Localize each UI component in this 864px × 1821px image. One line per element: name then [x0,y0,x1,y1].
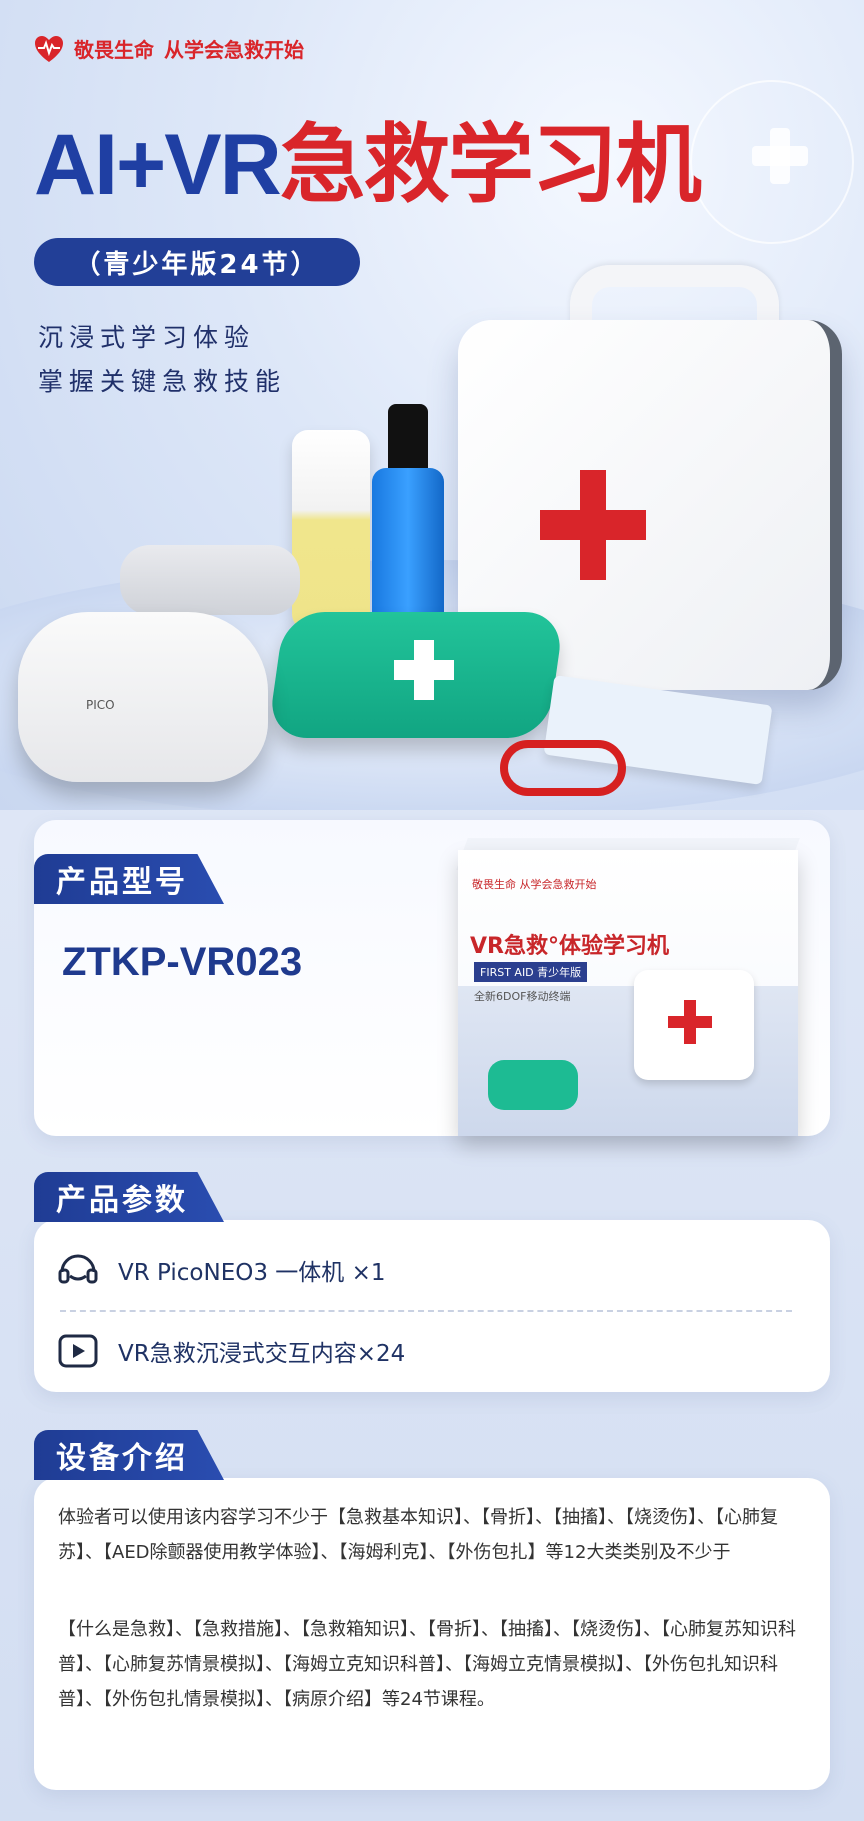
edition-badge: （青少年版24节） [34,238,360,286]
blue-bottle-image [372,468,444,628]
section-tag-intro: 设备介绍 [34,1430,224,1480]
intro-paragraph-1: 体验者可以使用该内容学习不少于【急救基本知识】、【骨折】、【抽搐】、【烧烫伤】、… [58,1507,778,1563]
heart-pulse-icon [35,35,63,62]
brand-name: 敬畏生命 [74,38,154,62]
box-sub-text: 全新6DOF移动终端 [474,990,571,1003]
white-bottle-image [292,430,370,630]
box-title-text: VR急救°体验学习机 [470,934,669,959]
param-text-headset: VR PicoNEO3 一体机 ×1 [118,1260,386,1286]
vr-headset-image [18,612,268,782]
param-divider [60,1310,792,1312]
box-tag-text: FIRST AID 青少年版 [474,962,588,982]
white-cross-icon [384,640,464,700]
param-row-headset: VR PicoNEO3 一体机 ×1 [58,1252,386,1288]
section-tag-model: 产品型号 [34,854,224,904]
box-brand-text: 敬畏生命 从学会急救开始 [472,878,597,891]
page-title: AI+VR急救学习机 [34,122,702,208]
hero-banner: 敬畏生命 从学会急救开始 AI+VR急救学习机 （青少年版24节） 沉浸式学习体… [0,0,864,810]
intro-paragraph-2: 【什么是急救】、【急救措施】、【急救箱知识】、【骨折】、【抽搐】、【烧烫伤】、【… [58,1619,796,1710]
scissors-image [500,740,626,796]
plus-glyph [752,128,808,184]
title-first-aid: 急救学习机 [279,117,702,213]
brand-header: 敬畏生命 从学会急救开始 [34,34,304,63]
box-pouch-image [488,1060,578,1110]
vr-headset-strap [120,545,300,615]
play-icon [58,1334,98,1368]
param-text-content: VR急救沉浸式交互内容×24 [118,1341,406,1367]
section-tag-params: 产品参数 [34,1172,224,1222]
red-cross-icon-bar [540,510,646,540]
dropper-cap-image [388,404,428,472]
brand-slogan: 从学会急救开始 [164,38,304,62]
vr-headset-logo: PICO [86,698,115,712]
vr-headset-icon [58,1254,98,1284]
box-cross-bar [668,1016,712,1028]
slogan-line-2: 掌握关键急救技能 [38,367,287,396]
param-row-content: VR急救沉浸式交互内容×24 [58,1333,405,1369]
slogan-line-1: 沉浸式学习体验 [38,323,256,352]
model-number: ZTKP-VR023 [62,940,303,984]
title-ai-vr: AI+VR [34,117,282,213]
